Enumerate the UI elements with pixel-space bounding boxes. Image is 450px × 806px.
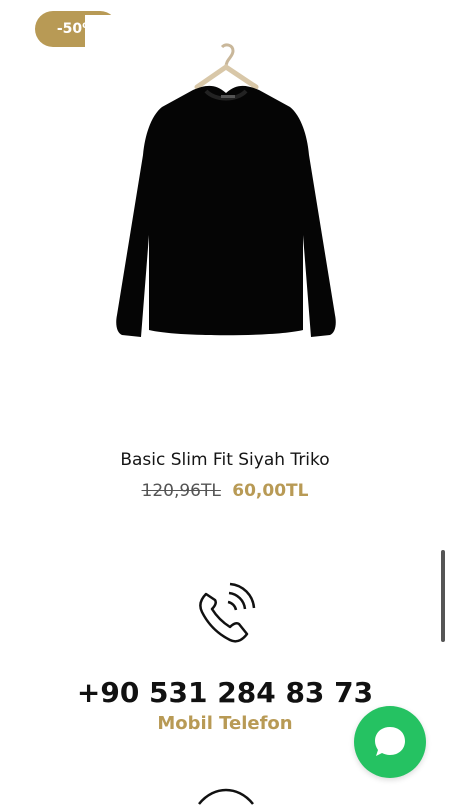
sweater-image — [116, 43, 336, 337]
sale-price: 60,00TL — [232, 481, 309, 501]
chat-bubble-icon — [375, 727, 405, 756]
scrollbar-thumb[interactable] — [441, 550, 445, 642]
chat-button[interactable] — [354, 706, 426, 778]
phone-number[interactable]: +90 531 284 83 73 — [0, 676, 450, 709]
price-row: 120,96TL 60,00TL — [0, 481, 450, 501]
product-image[interactable] — [85, 15, 367, 415]
location-icon — [193, 786, 259, 806]
phone-call-icon — [192, 580, 258, 646]
product-title[interactable]: Basic Slim Fit Siyah Triko — [0, 450, 450, 470]
old-price: 120,96TL — [141, 481, 221, 501]
